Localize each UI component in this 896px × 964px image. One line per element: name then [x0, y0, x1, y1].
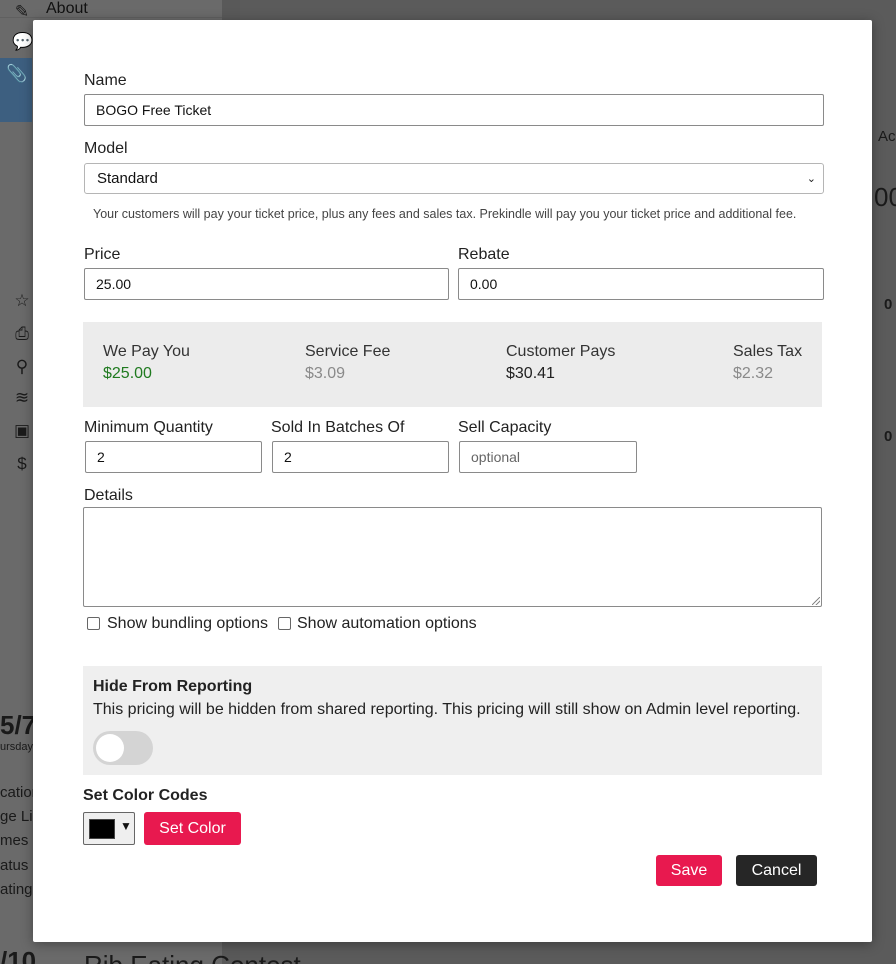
bg-date: 5/7 — [0, 710, 37, 740]
model-label: Model — [84, 140, 128, 157]
dollar-icon: $ — [17, 454, 27, 473]
hide-from-reporting-panel: Hide From Reporting This pricing will be… — [83, 666, 822, 775]
hide-from-reporting-toggle[interactable] — [93, 731, 153, 765]
price-input[interactable]: 25.00 — [84, 268, 449, 300]
model-select-value: Standard — [97, 170, 158, 187]
bg-fragment: 00 — [874, 182, 896, 212]
price-label: Price — [84, 246, 121, 263]
user-icon: ⚲ — [15, 357, 29, 376]
sidebar-item-label: About — [46, 0, 88, 17]
caret-down-icon: ▼ — [120, 819, 132, 833]
summary-label: Service Fee — [305, 343, 391, 360]
automation-checkbox[interactable] — [278, 617, 291, 630]
summary-we-pay-you: We Pay You $25.00 — [103, 343, 190, 383]
paperclip-icon: 📎 — [6, 64, 28, 83]
hide-from-reporting-title: Hide From Reporting — [93, 678, 253, 695]
min-quantity-input[interactable]: 2 — [85, 441, 262, 473]
toggle-knob — [96, 734, 124, 762]
summary-value: $30.41 — [506, 365, 555, 382]
summary-customer-pays: Customer Pays $30.41 — [506, 343, 615, 383]
comment-icon: 💬 — [12, 32, 34, 51]
bg-fragment: atus — [0, 857, 29, 874]
bg-day: ursday — [0, 741, 34, 753]
bg-fragment: 0 — [884, 296, 893, 313]
bg-fragment: ating — [0, 881, 33, 898]
summary-value: $25.00 — [103, 365, 152, 382]
sidebar-item-about[interactable]: ✎ About — [0, 0, 222, 21]
color-codes-title: Set Color Codes — [83, 787, 208, 804]
capacity-input[interactable]: optional — [459, 441, 637, 473]
price-summary: We Pay You $25.00 Service Fee $3.09 Cust… — [83, 322, 822, 407]
rebate-input[interactable]: 0.00 — [458, 268, 824, 300]
batch-input[interactable]: 2 — [272, 441, 449, 473]
automation-label: Show automation options — [297, 615, 477, 632]
set-color-button[interactable]: Set Color — [144, 812, 241, 845]
cancel-button[interactable]: Cancel — [736, 855, 817, 886]
batch-label: Sold In Batches Of — [271, 419, 405, 436]
color-picker[interactable]: ▼ — [83, 812, 135, 845]
pricing-modal: Name BOGO Free Ticket Model Standard ⌄ Y… — [33, 20, 872, 942]
bg-date: /10 — [0, 946, 37, 964]
summary-label: Customer Pays — [506, 343, 616, 360]
min-quantity-label: Minimum Quantity — [84, 419, 213, 436]
hide-from-reporting-description: This pricing will be hidden from shared … — [93, 701, 801, 718]
name-input[interactable]: BOGO Free Ticket — [84, 94, 824, 126]
layers-icon: ≋ — [14, 388, 30, 407]
bg-fragment: mes — [0, 832, 29, 849]
color-swatch — [89, 819, 115, 839]
details-label: Details — [84, 487, 133, 504]
chevron-down-icon: ⌄ — [806, 173, 816, 185]
bundling-checkbox[interactable] — [87, 617, 100, 630]
summary-sales-tax: Sales Tax $2.32 — [733, 343, 802, 383]
bg-event-title: Rib Eating Contest — [84, 950, 301, 964]
model-select[interactable]: Standard ⌄ — [84, 163, 824, 194]
summary-value: $2.32 — [733, 365, 774, 382]
rebate-label: Rebate — [458, 246, 510, 263]
name-label: Name — [84, 72, 127, 89]
summary-value: $3.09 — [305, 365, 346, 382]
summary-label: We Pay You — [103, 343, 190, 360]
bundling-label: Show bundling options — [107, 615, 269, 632]
details-textarea[interactable] — [83, 507, 822, 607]
sidebar-active-item[interactable]: 📎 — [0, 58, 32, 122]
image-icon: ▣ — [13, 421, 31, 440]
save-button[interactable]: Save — [656, 855, 722, 886]
bg-fragment: Ac — [878, 128, 896, 145]
capacity-label: Sell Capacity — [458, 419, 552, 436]
resize-handle-icon[interactable] — [812, 597, 820, 605]
printer-icon: ⎙ — [15, 324, 29, 343]
bg-fragment: 0 — [884, 428, 893, 445]
summary-service-fee: Service Fee $3.09 — [305, 343, 390, 383]
summary-label: Sales Tax — [733, 343, 803, 360]
pencil-icon: ✎ — [14, 2, 30, 21]
star-icon: ☆ — [14, 291, 30, 310]
model-description: Your customers will pay your ticket pric… — [93, 207, 797, 221]
